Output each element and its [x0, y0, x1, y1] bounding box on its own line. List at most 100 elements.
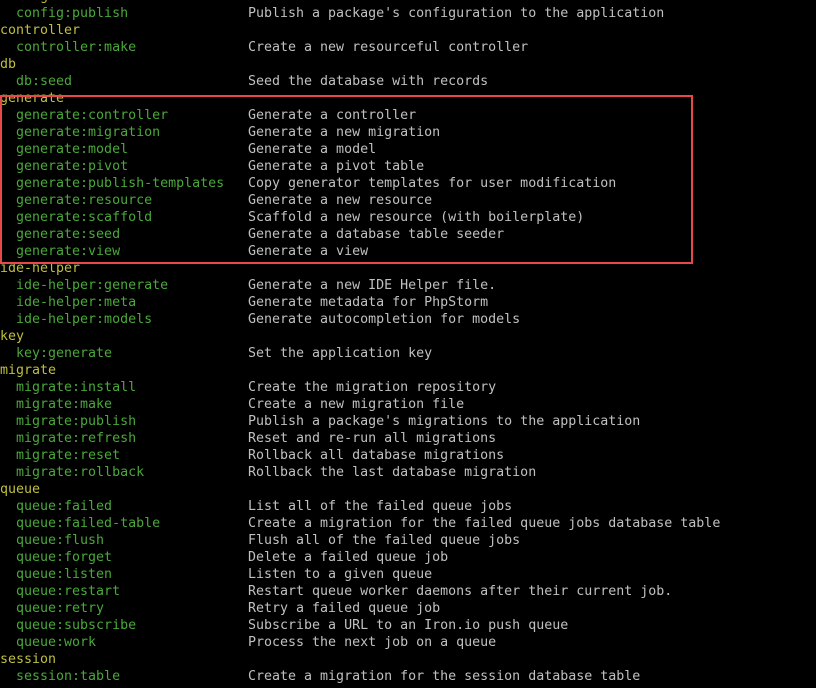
command-name: queue:work [16, 635, 97, 650]
namespace-label: queue [0, 482, 41, 497]
command-name: migrate:install [16, 380, 137, 395]
command-description: Generate a model [248, 142, 377, 157]
command-row: migrate:rollback Rollback the last databa… [0, 464, 816, 481]
namespace-row: generate [0, 90, 816, 107]
command-name: generate:pivot [16, 159, 129, 174]
command-description: Copy generator templates for user modifi… [248, 176, 617, 191]
command-description: Create a new resourceful controller [248, 40, 529, 55]
command-name: generate:migration [16, 125, 161, 140]
command-description: Generate metadata for PhpStorm [248, 295, 489, 310]
namespace-label: generate [0, 91, 65, 106]
command-description: Listen to a given queue [248, 567, 433, 582]
command-row: ide-helper:generate Generate a new IDE He… [0, 277, 816, 294]
command-row: generate:publish-templates Copy generator… [0, 175, 816, 192]
command-row: generate:seed Generate a database table s… [0, 226, 816, 243]
command-name: migrate:refresh [16, 431, 137, 446]
command-description: Rollback all database migrations [248, 448, 505, 463]
terminal-output: configconfig:publishPublish a package's … [0, 0, 816, 685]
command-row: migrate:publish Publish a package's migra… [0, 413, 816, 430]
command-row: session:table Create a migration for the … [0, 668, 816, 685]
command-description: Generate a new IDE Helper file. [248, 278, 497, 293]
namespace-label: migrate [0, 363, 57, 378]
namespace-row: migrate [0, 362, 816, 379]
command-description: Publish a package's configuration to the… [248, 6, 665, 21]
command-name: generate:view [16, 244, 121, 259]
command-name: ide-helper:models [16, 312, 153, 327]
command-description: Generate a pivot table [248, 159, 425, 174]
namespace-label: key [0, 329, 25, 344]
namespace-row: ide-helper [0, 260, 816, 277]
command-name: generate:scaffold [16, 210, 153, 225]
command-name: queue:retry [16, 601, 105, 616]
command-description: List all of the failed queue jobs [248, 499, 513, 514]
command-description: Create a migration for the failed queue … [248, 516, 721, 531]
command-name: migrate:make [16, 397, 113, 412]
command-description: Rollback the last database migration [248, 465, 537, 480]
namespace-label: controller [0, 23, 81, 38]
command-description: Publish a package's migrations to the ap… [248, 414, 641, 429]
command-description: Set the application key [248, 346, 433, 361]
command-name: generate:controller [16, 108, 169, 123]
command-description: Create a migration for the session datab… [248, 669, 641, 684]
command-row: queue:failed-table Create a migration for… [0, 515, 816, 532]
command-name: queue:listen [16, 567, 113, 582]
command-description: Delete a failed queue job [248, 550, 449, 565]
command-name: migrate:publish [16, 414, 137, 429]
command-name: queue:failed-table [16, 516, 161, 531]
namespace-label: db [0, 57, 17, 72]
command-name: queue:forget [16, 550, 113, 565]
command-row: generate:migration Generate a new migrati… [0, 124, 816, 141]
command-name: migrate:rollback [16, 465, 145, 480]
command-description: Flush all of the failed queue jobs [248, 533, 521, 548]
command-row: generate:controller Generate a controller [0, 107, 816, 124]
command-name: queue:flush [16, 533, 105, 548]
command-description: Scaffold a new resource (with boilerplat… [248, 210, 585, 225]
command-name: ide-helper:generate [16, 278, 169, 293]
command-row: db:seed Seed the database with records [0, 73, 816, 90]
command-row: ide-helper:models Generate autocompletion… [0, 311, 816, 328]
namespace-row: db [0, 56, 816, 73]
command-description: Retry a failed queue job [248, 601, 441, 616]
namespace-label: ide-helper [0, 261, 81, 276]
command-row: ide-helper:meta Generate metadata for Php… [0, 294, 816, 311]
command-row: queue:listen Listen to a given queue [0, 566, 816, 583]
command-name: config:publish [16, 6, 129, 21]
command-name: queue:failed [16, 499, 113, 514]
command-name: controller:make [16, 40, 137, 55]
command-description: Create a new migration file [248, 397, 465, 412]
command-row: migrate:refresh Reset and re-run all migr… [0, 430, 816, 447]
command-description: Restart queue worker daemons after their… [248, 584, 673, 599]
command-row: queue:restart Restart queue worker daemon… [0, 583, 816, 600]
namespace-label: session [0, 652, 57, 667]
command-row: queue:failed List all of the failed queue… [0, 498, 816, 515]
command-row: generate:pivot Generate a pivot table [0, 158, 816, 175]
command-row: queue:subscribe Subscribe a URL to an Iro… [0, 617, 816, 634]
command-name: queue:restart [16, 584, 121, 599]
command-name: db:seed [16, 74, 73, 89]
command-description: Process the next job on a queue [248, 635, 497, 650]
command-name: generate:model [16, 142, 129, 157]
command-description: Seed the database with records [248, 74, 489, 89]
command-name: generate:publish-templates [16, 176, 225, 191]
command-row: migrate:reset Rollback all database migra… [0, 447, 816, 464]
command-row: queue:work Process the next job on a queu… [0, 634, 816, 651]
command-name: generate:seed [16, 227, 121, 242]
command-row: config:publish Publish a package's config… [0, 5, 816, 22]
command-description: Generate a new resource [248, 193, 433, 208]
command-description: Generate a new migration [248, 125, 441, 140]
command-row: queue:forget Delete a failed queue job [0, 549, 816, 566]
command-row: controller:make Create a new resourceful … [0, 39, 816, 56]
command-row: migrate:make Create a new migration file [0, 396, 816, 413]
command-description: Generate autocompletion for models [248, 312, 521, 327]
command-description: Create the migration repository [248, 380, 497, 395]
command-row: generate:model Generate a model [0, 141, 816, 158]
command-name: session:table [16, 669, 121, 684]
command-name: migrate:reset [16, 448, 121, 463]
command-description: Generate a database table seeder [248, 227, 505, 242]
command-description: Reset and re-run all migrations [248, 431, 497, 446]
command-name: ide-helper:meta [16, 295, 137, 310]
command-description: Generate a controller [248, 108, 417, 123]
namespace-row: session [0, 651, 816, 668]
command-row: generate:view Generate a view [0, 243, 816, 260]
command-description: Subscribe a URL to an Iron.io push queue [248, 618, 569, 633]
